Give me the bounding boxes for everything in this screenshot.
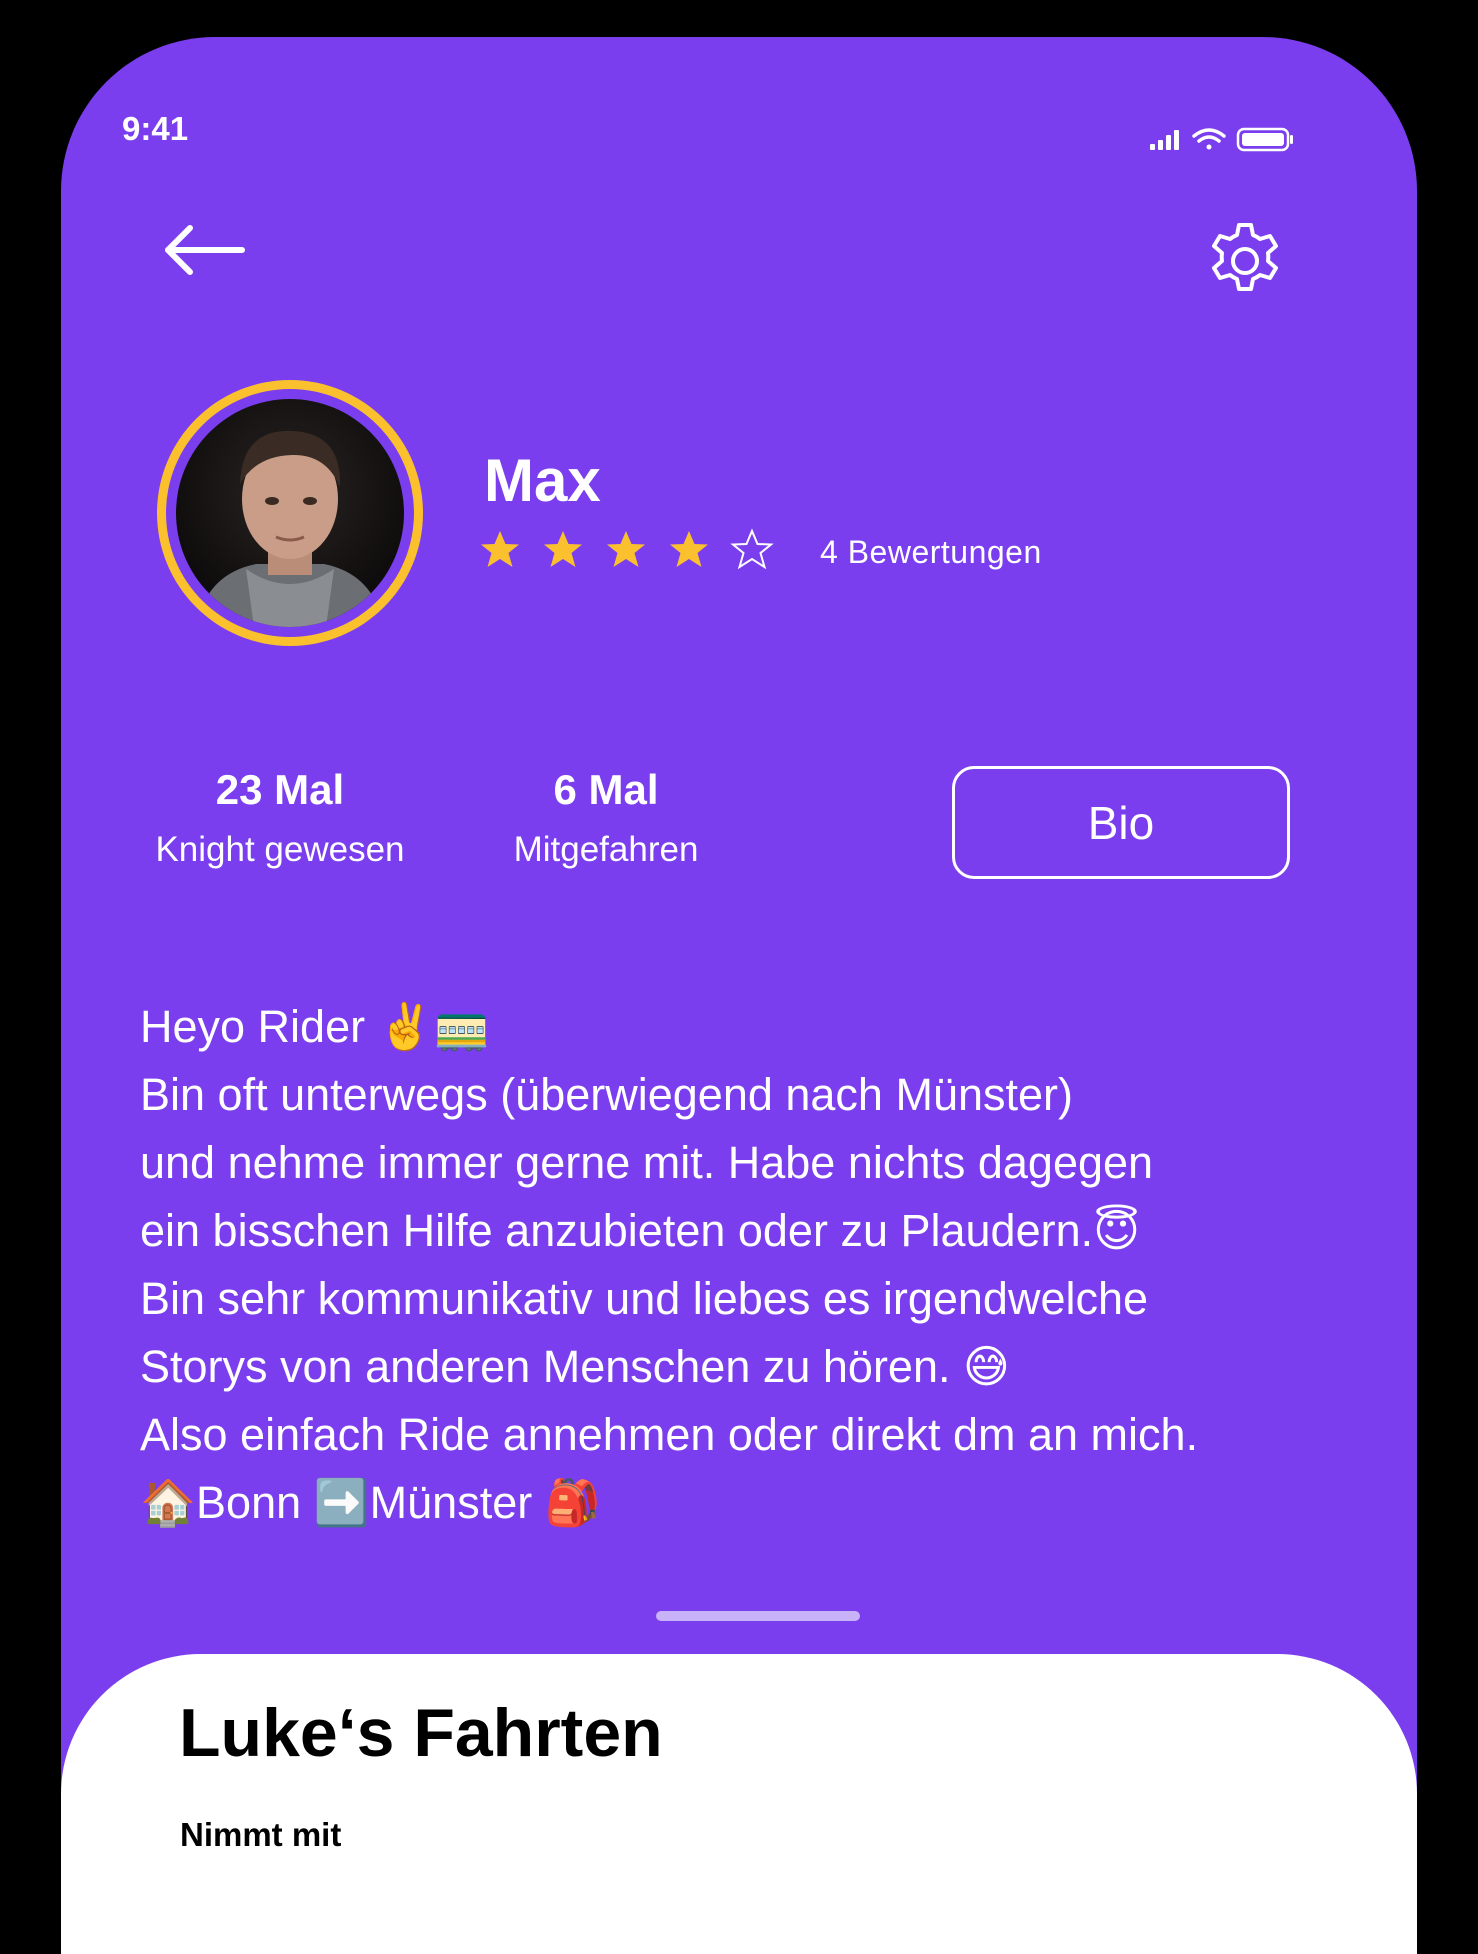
bio-text: Heyo Rider ✌️🚃 Bin oft unterwegs (überwi…: [140, 993, 1390, 1537]
avatar-border: [166, 389, 414, 637]
status-time: 9:41: [122, 110, 189, 147]
arrow-left-icon: [165, 225, 245, 275]
profile-screen: [61, 37, 1417, 1937]
bio-line: Heyo Rider ✌️🚃: [140, 1001, 490, 1052]
bio-line: ein bisschen Hilfe anzubieten oder zu Pl…: [140, 1205, 1141, 1256]
bio-line: Also einfach Ride annehmen oder direkt d…: [140, 1409, 1199, 1460]
stat-rides-value: 6 Mal: [553, 766, 659, 813]
status-icons: [1150, 127, 1293, 152]
bio-button[interactable]: Bio: [952, 766, 1290, 879]
stat-rides-label: Mitgefahren: [513, 830, 699, 869]
avatar-photo: [176, 399, 404, 627]
person-photo-icon: [196, 430, 384, 627]
star-outline-icon: [730, 528, 774, 570]
sheet-subtitle: Nimmt mit: [180, 1816, 342, 1853]
stat-knight-value: 23 Mal: [215, 766, 345, 813]
wifi-icon: [1192, 128, 1226, 150]
battery-icon: [1236, 127, 1293, 152]
stat-knight-label: Knight gewesen: [155, 830, 405, 869]
sheet-drag-handle[interactable]: [656, 1611, 860, 1621]
sheet-title: Luke‘s Fahrten: [179, 1695, 663, 1771]
avatar: [157, 380, 423, 646]
reviews-count: 4 Bewertungen: [820, 534, 1042, 570]
rides-sheet[interactable]: Luke‘s Fahrten Nimmt mit: [61, 1654, 1417, 1954]
bio-line: und nehme immer gerne mit. Habe nichts d…: [140, 1137, 1154, 1188]
signal-icon: [1150, 130, 1179, 150]
star-filled-icon: [670, 531, 708, 567]
bio-line: Bin oft unterwegs (überwiegend nach Müns…: [140, 1069, 1074, 1120]
star-filled-icon: [481, 531, 519, 567]
bio-line: Storys von anderen Menschen zu hören. 😅: [140, 1341, 1010, 1392]
back-button[interactable]: [160, 220, 250, 280]
bio-line: Bin sehr kommunikativ und liebes es irge…: [140, 1273, 1149, 1324]
rating-stars: [478, 528, 774, 572]
star-filled-icon: [544, 531, 582, 567]
profile-name: Max: [484, 447, 601, 514]
settings-button[interactable]: [1205, 221, 1285, 301]
star-filled-icon: [607, 531, 645, 567]
gear-icon: [1212, 223, 1278, 291]
bio-line: 🏠Bonn ➡️Münster 🎒: [140, 1477, 601, 1528]
